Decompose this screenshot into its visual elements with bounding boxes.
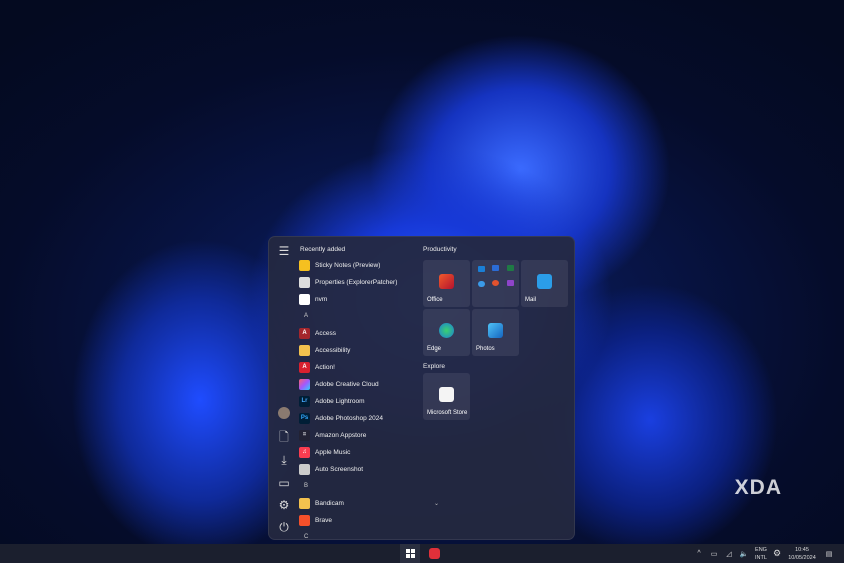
volume-icon[interactable]: 🔈 <box>739 544 749 563</box>
explore-heading: Explore <box>423 363 446 370</box>
apple-music-icon: ♫ <box>299 447 310 458</box>
lightroom-icon: Lr <box>299 396 310 407</box>
clock[interactable]: 10:45 10/05/2024 <box>785 544 819 563</box>
amazon-appstore-icon: = <box>299 430 310 441</box>
start-button[interactable] <box>400 544 420 563</box>
app-label: Auto Screenshot <box>315 466 364 473</box>
powerpoint-icon <box>492 280 499 286</box>
word-icon <box>492 265 499 271</box>
section-letter: B <box>304 483 309 489</box>
recently-added-heading: Recently added <box>300 246 346 253</box>
tile-edge[interactable]: Edge <box>423 309 470 356</box>
app-label: Adobe Creative Cloud <box>315 381 379 388</box>
app-label: Properties (ExplorerPatcher) <box>315 279 398 286</box>
file-icon <box>299 294 310 305</box>
tile-office-apps-group[interactable] <box>472 260 519 307</box>
start-menu: ☰ 🗋 ⤓ ▭ ⚙ ⏻ Recently added Sticky Notes … <box>268 236 575 540</box>
vivaldi-icon <box>428 548 440 559</box>
app-label: Amazon Appstore <box>315 432 367 439</box>
app-label: Bandicam <box>315 500 344 507</box>
network-icon[interactable]: ◿ <box>724 544 734 563</box>
app-label: Brave <box>315 517 332 524</box>
properties-icon <box>299 277 310 288</box>
language-indicator[interactable]: ENG INTL <box>752 544 770 563</box>
app-list-item[interactable]: A Access <box>299 325 414 342</box>
taskbar: ^ ▭ ◿ 🔈 ENG INTL ⚙ 10:45 10/05/2024 ▤ <box>0 544 844 563</box>
app-list-item[interactable]: Ps Adobe Photoshop 2024 <box>299 410 414 427</box>
tile-photos[interactable]: Photos <box>472 309 519 356</box>
app-list-item[interactable]: nvm <box>299 291 414 308</box>
microsoft-store-icon <box>439 387 454 402</box>
productivity-heading: Productivity <box>423 246 457 253</box>
app-list-item[interactable]: ♫ Apple Music <box>299 444 414 461</box>
vivaldi-button[interactable] <box>425 544 443 563</box>
notifications-icon[interactable]: ▤ <box>823 544 835 563</box>
app-label: Access <box>315 330 336 337</box>
app-list-item[interactable]: Auto Screenshot <box>299 461 414 478</box>
tile-microsoft-store[interactable]: Microsoft Store <box>423 373 470 420</box>
sticky-notes-icon <box>299 260 310 271</box>
show-hidden-icons-button[interactable]: ^ <box>694 544 704 563</box>
settings-tray-icon[interactable]: ⚙ <box>772 544 782 563</box>
app-list-item[interactable]: Sticky Notes (Preview) <box>299 257 414 274</box>
tile-mail[interactable]: Mail <box>521 260 568 307</box>
app-label: Accessibility <box>315 347 351 354</box>
onedrive-icon <box>478 281 485 287</box>
section-letter: C <box>304 534 309 540</box>
app-list-item[interactable]: = Amazon Appstore <box>299 427 414 444</box>
edge-icon <box>439 323 454 338</box>
app-list-item[interactable]: A Action! <box>299 359 414 376</box>
power-icon[interactable]: ⏻ <box>276 519 292 535</box>
mail-icon <box>537 274 552 289</box>
downloads-icon[interactable]: ⤓ <box>276 452 292 468</box>
app-list-item[interactable]: Lr Adobe Lightroom <box>299 393 414 410</box>
app-list-item[interactable]: Brave <box>299 512 414 529</box>
app-label: Adobe Photoshop 2024 <box>315 415 383 422</box>
battery-icon[interactable]: ▭ <box>709 544 719 563</box>
creative-cloud-icon <box>299 379 310 390</box>
app-label: Apple Music <box>315 449 351 456</box>
documents-icon[interactable]: 🗋 <box>276 429 292 445</box>
app-list-item[interactable]: Adobe Creative Cloud <box>299 376 414 393</box>
xda-watermark: XDA <box>734 476 782 499</box>
excel-icon <box>507 265 514 271</box>
photoshop-icon: Ps <box>299 413 310 424</box>
brave-icon <box>299 515 310 526</box>
app-label: Action! <box>315 364 335 371</box>
file-explorer-icon[interactable]: ▭ <box>276 475 292 491</box>
app-label: Sticky Notes (Preview) <box>315 262 381 269</box>
tile-office[interactable]: Office <box>423 260 470 307</box>
app-list-item[interactable]: Bandicam ⌄ <box>299 495 439 512</box>
app-list-item[interactable]: Accessibility ⌄ <box>299 342 439 359</box>
settings-icon[interactable]: ⚙ <box>276 497 292 513</box>
windows-icon <box>405 549 415 558</box>
photos-icon <box>488 323 503 338</box>
folder-icon <box>299 498 310 509</box>
folder-icon <box>299 345 310 356</box>
hamburger-menu-icon[interactable]: ☰ <box>276 243 292 259</box>
camera-icon <box>299 464 310 475</box>
app-list-item[interactable]: Properties (ExplorerPatcher) <box>299 274 414 291</box>
section-letter: A <box>304 313 309 319</box>
access-icon: A <box>299 328 310 339</box>
app-label: Adobe Lightroom <box>315 398 365 405</box>
chevron-down-icon[interactable]: ⌄ <box>434 500 439 507</box>
outlook-icon <box>478 266 485 272</box>
onenote-icon <box>507 280 514 286</box>
app-label: nvm <box>315 296 328 303</box>
office-icon <box>439 274 454 289</box>
user-avatar[interactable] <box>278 407 290 419</box>
action-icon: A <box>299 362 310 373</box>
